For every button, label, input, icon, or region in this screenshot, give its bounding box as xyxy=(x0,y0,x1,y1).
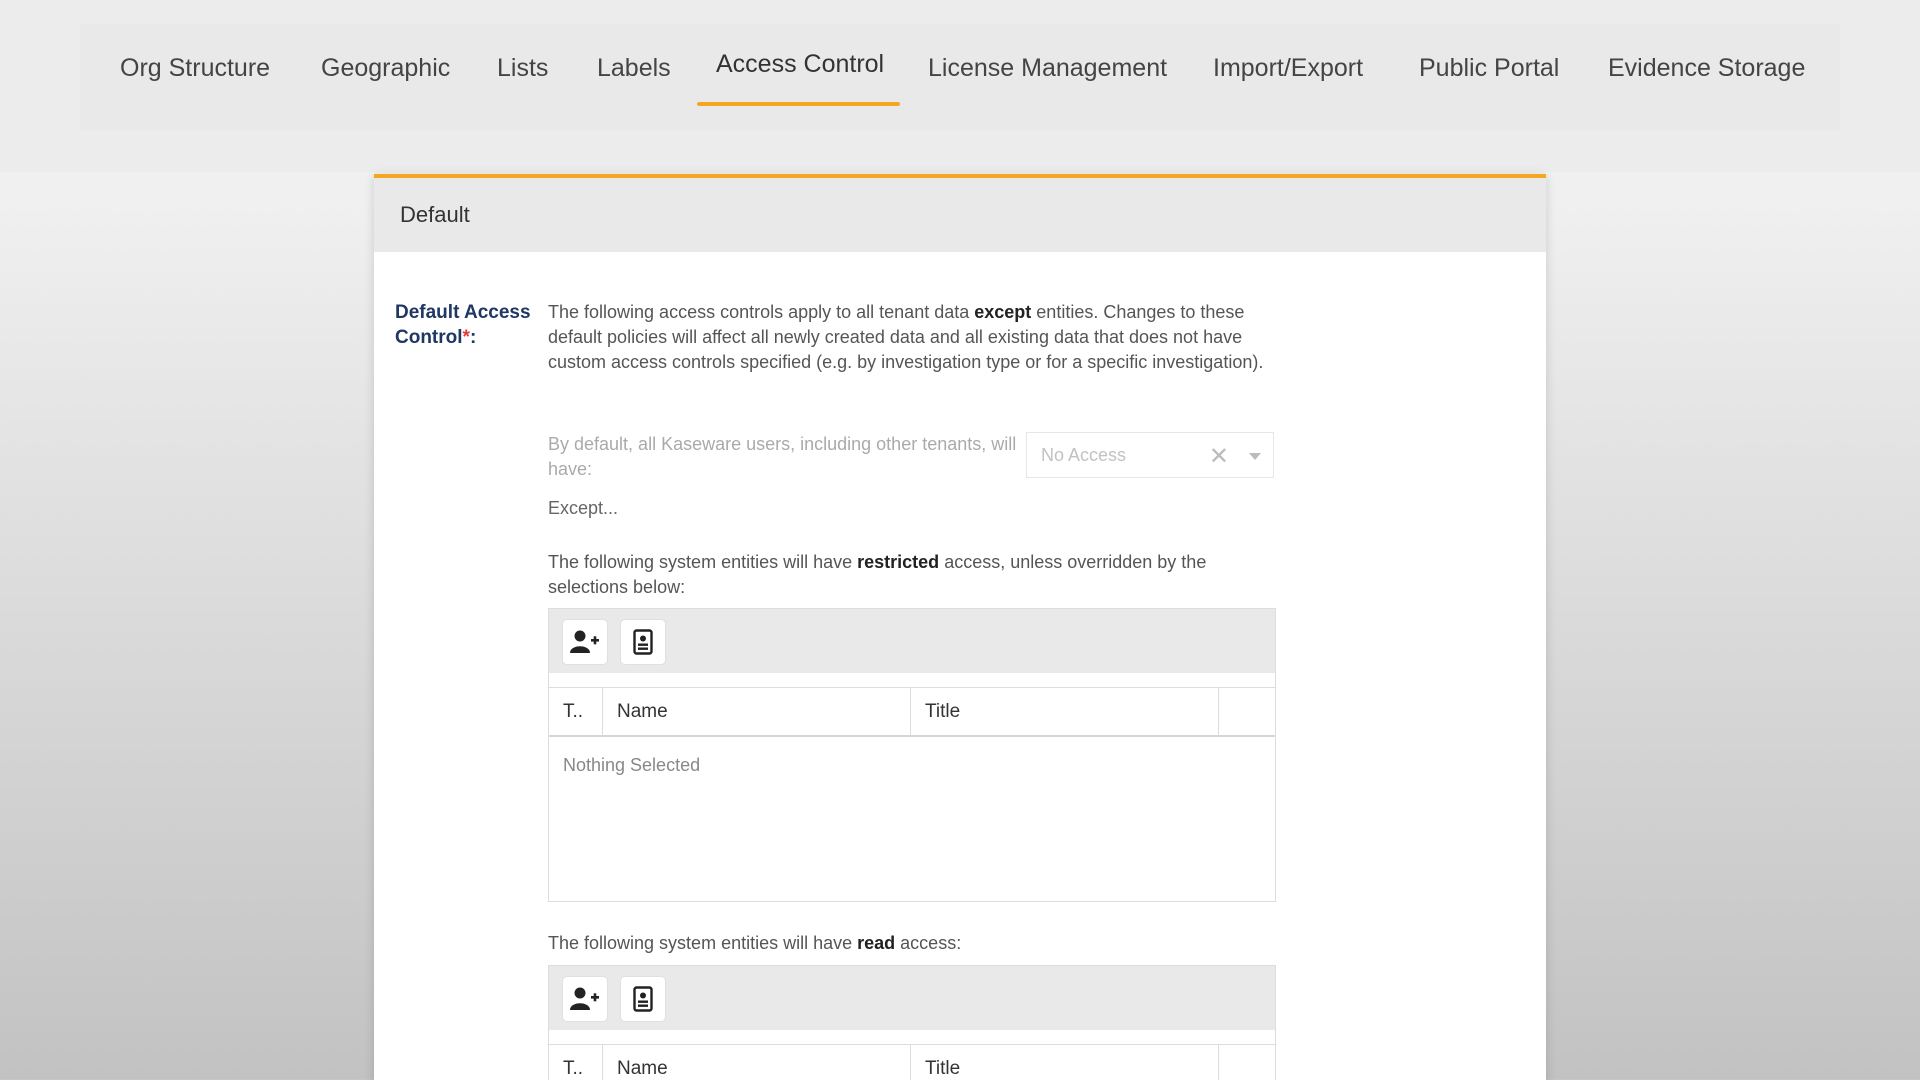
column-name[interactable]: Name xyxy=(603,1045,911,1080)
tab-public-portal[interactable]: Public Portal xyxy=(1419,54,1559,83)
column-name[interactable]: Name xyxy=(603,688,911,735)
default-access-select[interactable]: No Access ✕ xyxy=(1026,432,1274,478)
clear-icon[interactable]: ✕ xyxy=(1209,442,1229,471)
panel-header: Default xyxy=(374,178,1546,252)
tab-lists[interactable]: Lists xyxy=(497,54,548,83)
add-user-button[interactable] xyxy=(562,619,608,665)
contact-card-button[interactable] xyxy=(620,976,666,1022)
contact-card-icon xyxy=(633,629,653,655)
grid-empty-state: Nothing Selected xyxy=(563,755,701,775)
tab-labels[interactable]: Labels xyxy=(597,54,671,83)
tab-evidence-storage[interactable]: Evidence Storage xyxy=(1608,54,1805,83)
field-label: Default Access Control*: xyxy=(395,302,531,348)
contact-card-icon xyxy=(633,986,653,1012)
grid-toolbar xyxy=(549,609,1275,673)
panel-title: Default xyxy=(400,202,470,227)
tab-geographic[interactable]: Geographic xyxy=(321,54,450,83)
restricted-entities-grid: T.. Name Title Nothing Selected xyxy=(548,608,1276,902)
read-description: The following system entities will have … xyxy=(548,933,962,953)
column-type[interactable]: T.. xyxy=(549,1045,603,1080)
column-actions xyxy=(1219,688,1275,735)
restricted-description: The following system entities will have … xyxy=(548,552,1207,597)
grid-header: T.. Name Title xyxy=(549,1044,1275,1080)
tab-license-management[interactable]: License Management xyxy=(928,54,1167,83)
column-title[interactable]: Title xyxy=(911,688,1219,735)
settings-nav: Org Structure Geographic Lists Labels Ac… xyxy=(80,24,1840,130)
chevron-down-icon[interactable] xyxy=(1249,453,1261,460)
required-mark: * xyxy=(462,327,470,348)
default-access-panel: Default Default Access Control*: The fol… xyxy=(374,174,1546,1080)
column-actions xyxy=(1219,1045,1275,1080)
add-user-button[interactable] xyxy=(562,976,608,1022)
column-type[interactable]: T.. xyxy=(549,688,603,735)
tab-access-control[interactable]: Access Control xyxy=(716,50,884,79)
grid-toolbar xyxy=(549,966,1275,1030)
top-bar: Org Structure Geographic Lists Labels Ac… xyxy=(0,0,1920,172)
access-description: The following access controls apply to a… xyxy=(548,302,1264,372)
read-entities-grid: T.. Name Title xyxy=(548,965,1276,1080)
active-tab-indicator xyxy=(697,102,900,106)
default-access-prompt: By default, all Kaseware users, includin… xyxy=(548,434,1017,479)
except-label: Except... xyxy=(548,498,619,518)
add-user-icon xyxy=(570,987,599,1010)
column-title[interactable]: Title xyxy=(911,1045,1219,1080)
grid-header: T.. Name Title xyxy=(549,687,1275,737)
tab-import-export[interactable]: Import/Export xyxy=(1213,54,1363,83)
add-user-icon xyxy=(570,630,599,653)
contact-card-button[interactable] xyxy=(620,619,666,665)
tab-org-structure[interactable]: Org Structure xyxy=(120,54,270,83)
default-access-value: No Access xyxy=(1041,444,1127,465)
